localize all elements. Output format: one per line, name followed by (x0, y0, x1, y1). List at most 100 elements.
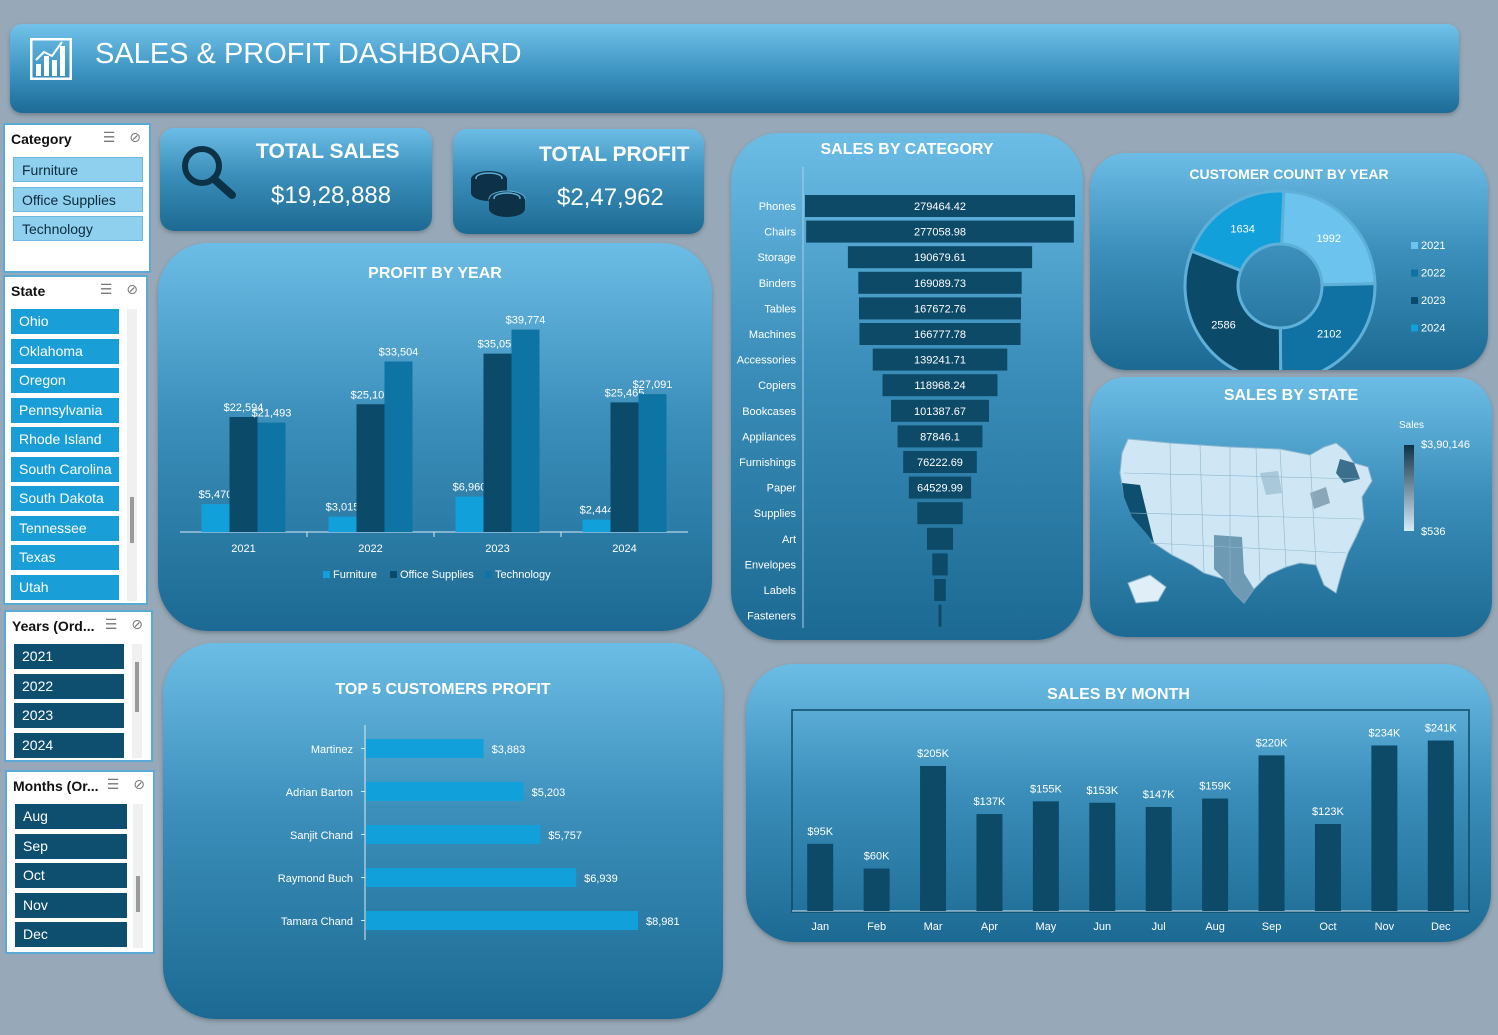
slicer-item-sep[interactable]: Sep (15, 833, 127, 859)
multi-select-icon[interactable]: ☰ (105, 616, 118, 633)
month-bar (1371, 745, 1398, 911)
month-bar (1258, 755, 1285, 911)
x-tick-label: Oct (1319, 921, 1336, 933)
slicer-item-oklahoma[interactable]: Oklahoma (11, 338, 119, 364)
legend-swatch (1411, 297, 1418, 304)
slicer-item-oregon[interactable]: Oregon (11, 368, 119, 393)
clear-filter-icon[interactable]: ⊘ (129, 129, 141, 146)
customer-count-chart: 1992 2102 2586 1634 2021 2022 2023 2024 (1183, 189, 1445, 370)
data-label: 1634 (1230, 224, 1254, 236)
slicer-item-utah[interactable]: Utah (11, 574, 119, 600)
legend-swatch (1411, 324, 1418, 332)
slicer-item-nov[interactable]: Nov (15, 892, 127, 918)
slicer-item-technology[interactable]: Technology (13, 216, 143, 241)
data-label: 139241.71 (914, 355, 966, 367)
category-bar (917, 502, 963, 525)
customer-label: Martinez (311, 744, 353, 756)
data-label: $6,960 (453, 482, 487, 494)
category-label: Fasteners (747, 611, 796, 623)
slicer-item-furniture[interactable]: Furniture (13, 157, 143, 182)
data-label: $241K (1425, 723, 1457, 735)
data-label: $3,883 (492, 744, 526, 756)
category-label: Appliances (742, 431, 796, 443)
data-label: $5,757 (548, 830, 582, 842)
slicer-title: State (11, 283, 46, 299)
category-label: Paper (767, 483, 797, 495)
scrollbar[interactable] (132, 644, 142, 758)
scrollbar[interactable] (127, 309, 137, 601)
clear-filter-icon[interactable]: ⊘ (131, 616, 143, 633)
category-label: Bookcases (742, 406, 796, 418)
slicer-item-south-dakota[interactable]: South Dakota (11, 486, 119, 511)
x-tick-label: Apr (981, 921, 998, 933)
bar-technology (257, 422, 286, 532)
data-label: $234K (1368, 727, 1400, 739)
top-customers-panel: TOP 5 CUSTOMERS PROFIT Martinez $3,883 Adr… (163, 643, 723, 1019)
profit-by-year-panel: PROFIT BY YEAR $5,470 $22,594 $21,493 2021 $… (158, 243, 712, 631)
data-label: 76222.69 (917, 457, 963, 469)
search-icon (180, 144, 238, 205)
category-label: Chairs (764, 227, 796, 239)
month-bar (1089, 802, 1116, 911)
data-label: 2586 (1211, 320, 1235, 332)
legend-label: Furniture (333, 569, 377, 581)
bar-office-supplies (483, 353, 512, 532)
slicer-item-ohio[interactable]: Ohio (11, 309, 119, 334)
data-label: $153K (1086, 785, 1118, 797)
month-bar (1032, 801, 1059, 911)
years-slicer: Years (Ord... ☰ ⊘ 2021 2022 2023 2024 (4, 610, 153, 762)
x-tick-label: Nov (1375, 921, 1395, 933)
bar-furniture (455, 496, 484, 532)
data-label: $2,444 (580, 505, 614, 517)
slicer-item-rhode-island[interactable]: Rhode Island (11, 427, 119, 452)
slicer-item-2024[interactable]: 2024 (14, 732, 124, 758)
slicer-item-texas[interactable]: Texas (11, 545, 119, 570)
data-label: $39,774 (506, 315, 546, 327)
slicer-item-south-carolina[interactable]: South Carolina (11, 456, 119, 482)
clear-filter-icon[interactable]: ⊘ (133, 776, 145, 793)
slicer-item-aug[interactable]: Aug (15, 804, 127, 829)
slicer-item-oct[interactable]: Oct (15, 863, 127, 888)
x-tick-label: Jan (811, 921, 829, 933)
legend-label: Office Supplies (400, 569, 474, 581)
month-bar (1427, 740, 1454, 911)
bar-furniture (328, 516, 357, 532)
slicer-item-pennsylvania[interactable]: Pennsylvania (11, 397, 119, 423)
category-label: Storage (757, 252, 796, 264)
legend-swatch (323, 571, 330, 578)
slicer-title: Years (Ord... (12, 618, 95, 634)
data-label: $5,203 (532, 787, 566, 799)
slicer-item-2021[interactable]: 2021 (14, 644, 124, 669)
legend-label: Technology (495, 569, 551, 581)
page-title: SALES & PROFIT DASHBOARD (95, 38, 522, 70)
bar-office-supplies (610, 402, 639, 532)
scrollbar[interactable] (133, 804, 143, 948)
multi-select-icon[interactable]: ☰ (107, 776, 120, 793)
slicer-item-tennessee[interactable]: Tennessee (11, 515, 119, 541)
top-customers-chart: Martinez $3,883 Adrian Barton $5,203 Sanjit … (278, 725, 680, 940)
multi-select-icon[interactable]: ☰ (103, 129, 116, 146)
category-label: Copiers (758, 380, 796, 392)
bar-technology (384, 361, 413, 532)
data-label: $95K (807, 826, 833, 838)
data-label: $27,091 (633, 379, 673, 391)
data-label: $25,100 (351, 389, 391, 401)
x-tick-label: Jul (1152, 921, 1166, 933)
month-bar (807, 843, 834, 911)
data-label: 190679.61 (914, 252, 966, 264)
slicer-item-office-supplies[interactable]: Office Supplies (13, 187, 143, 212)
us-map (1110, 433, 1390, 618)
sales-by-month-panel: SALES BY MONTH $95K Jan $60K Feb $205K Mar $13… (746, 664, 1491, 942)
category-label: Supplies (754, 508, 797, 520)
clear-filter-icon[interactable]: ⊘ (126, 281, 138, 298)
x-tick-label: May (1035, 921, 1056, 933)
bar-furniture (582, 519, 611, 532)
data-label: 118968.24 (914, 380, 965, 392)
slicer-item-2023[interactable]: 2023 (14, 703, 124, 728)
x-tick-label: 2023 (485, 543, 509, 555)
multi-select-icon[interactable]: ☰ (100, 281, 113, 298)
slicer-item-2022[interactable]: 2022 (14, 673, 124, 699)
slicer-item-dec[interactable]: Dec (15, 922, 127, 947)
data-label: 87846.1 (920, 431, 960, 443)
data-label: 64529.99 (917, 483, 963, 495)
